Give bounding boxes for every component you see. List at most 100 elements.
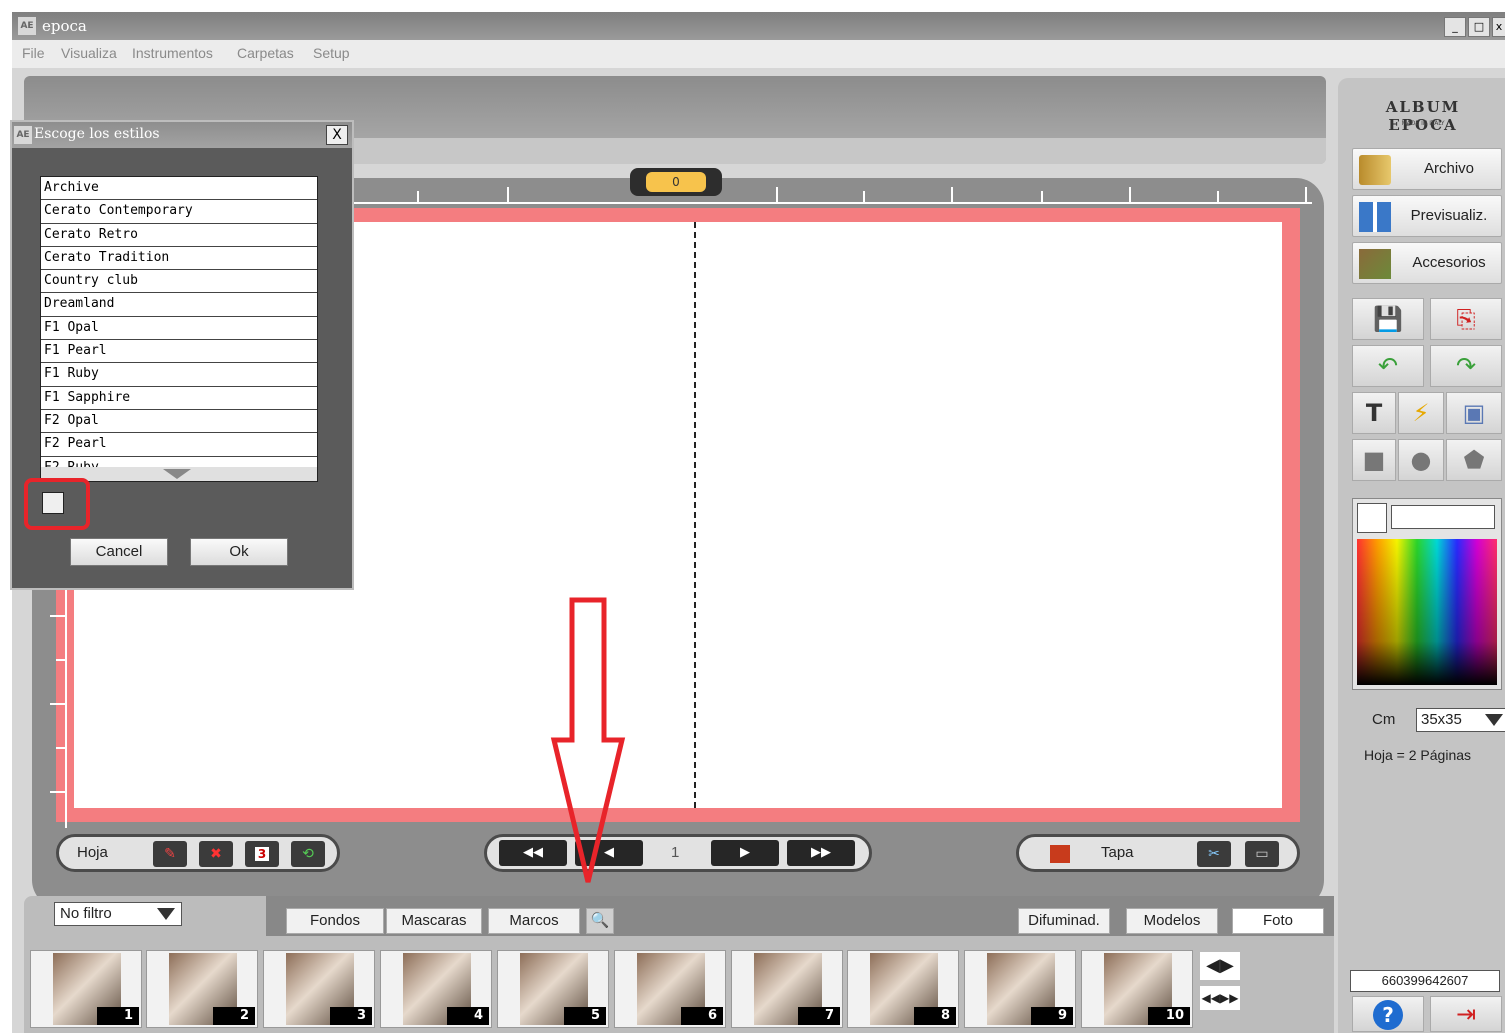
dialog-title: Escoge los estilos [34, 126, 160, 142]
pdf-icon[interactable]: ⎘ [1430, 298, 1502, 340]
folder-icon [1359, 155, 1391, 185]
photo-thumbnail[interactable]: 8 [847, 950, 959, 1028]
list-item[interactable]: F1 Sapphire [41, 387, 317, 410]
list-item[interactable]: F1 Ruby [41, 363, 317, 387]
color-palette [1352, 498, 1502, 690]
list-item[interactable]: Cerato Retro [41, 224, 317, 247]
photo-thumbnail[interactable]: 1 [30, 950, 142, 1028]
album-size-value: 35x35 [1421, 711, 1462, 728]
dialog-close-button[interactable]: X [326, 125, 348, 145]
dialog-title-bar: AE Escoge los estilos X [12, 122, 352, 148]
unit-label: Cm [1372, 711, 1396, 728]
cancel-button[interactable]: Cancel [70, 538, 168, 566]
photo-thumbnail[interactable]: 4 [380, 950, 492, 1028]
list-item[interactable]: Cerato Tradition [41, 247, 317, 271]
undo-sheet-icon[interactable]: ⟲ [291, 841, 325, 867]
filter-select-value: No filtro [60, 905, 112, 922]
cover-book-icon[interactable] [1043, 841, 1077, 867]
polygon-icon[interactable]: ⬟ [1446, 439, 1502, 481]
selected-color-swatch[interactable] [1357, 503, 1387, 533]
sheet-pages-info: Hoja = 2 Páginas [1364, 747, 1472, 763]
sheet-label: Hoja [77, 844, 108, 861]
page-navigation: ◀◀ ◀ 1 ▶ ▶▶ [484, 834, 872, 872]
list-item[interactable]: Archive [41, 177, 317, 201]
text-tool-icon[interactable]: T [1352, 392, 1396, 434]
photo-strip: 1 2 3 4 5 6 7 8 9 10 ◀▶ ◀◀▶▶ [24, 936, 1334, 1033]
photo-thumbnail[interactable]: 9 [964, 950, 1076, 1028]
exit-icon[interactable]: ⇥ [1430, 996, 1502, 1032]
previsualiz-button[interactable]: Previsualiz. [1352, 195, 1502, 237]
menu-file[interactable]: File [22, 45, 45, 61]
scroll-photos-icon[interactable]: ◀▶ [1200, 952, 1240, 980]
filter-select[interactable]: No filtro [54, 902, 182, 926]
brand-logo: ALBUM EPOCA [1385, 98, 1461, 134]
color-value-field[interactable] [1391, 505, 1495, 529]
tab-difuminad[interactable]: Difuminad. [1018, 908, 1110, 934]
list-item[interactable]: Dreamland [41, 293, 317, 317]
cover-view-icon[interactable]: ▭ [1245, 841, 1279, 867]
frame-icon[interactable]: ▣ [1446, 392, 1502, 434]
album-size-select[interactable]: 35x35 [1416, 708, 1505, 732]
tab-modelos[interactable]: Modelos [1126, 908, 1218, 934]
save-icon[interactable]: 💾 [1352, 298, 1424, 340]
style-list[interactable]: Archive Cerato Contemporary Cerato Retro… [40, 176, 318, 482]
help-icon[interactable]: ? [1352, 996, 1424, 1032]
undo-icon[interactable]: ↶ [1352, 345, 1424, 387]
accessories-icon [1359, 249, 1391, 279]
photo-thumbnail[interactable]: 6 [614, 950, 726, 1028]
color-spectrum[interactable] [1357, 539, 1497, 685]
photo-thumbnail[interactable]: 5 [497, 950, 609, 1028]
app-icon: AE [18, 17, 36, 35]
rectangle-icon[interactable]: ■ [1352, 439, 1396, 481]
red-arrow-annotation [550, 597, 626, 883]
list-item[interactable]: F1 Pearl [41, 340, 317, 364]
ok-button[interactable]: Ok [190, 538, 288, 566]
flash-icon[interactable]: ⚡ [1398, 392, 1444, 434]
photo-thumbnail[interactable]: 7 [731, 950, 843, 1028]
tab-foto[interactable]: Foto [1232, 908, 1324, 934]
photo-thumbnail[interactable]: 2 [146, 950, 258, 1028]
list-item[interactable]: Country club [41, 270, 317, 294]
archivo-button[interactable]: Archivo [1352, 148, 1502, 190]
menu-visualiza[interactable]: Visualiza [61, 45, 117, 61]
circle-icon[interactable]: ● [1398, 439, 1444, 481]
sheet-toolbar: Hoja ✎ ✖ 3 ⟲ [56, 834, 340, 872]
next-page-button[interactable]: ▶ [711, 840, 779, 866]
menu-instrumentos[interactable]: Instrumentos [132, 45, 213, 61]
maximize-button[interactable]: □ [1468, 17, 1490, 37]
ruler-zero-marker[interactable]: 0 [630, 168, 722, 196]
menu-bar: File Visualiza Instrumentos Carpetas Set… [12, 40, 1505, 68]
redo-icon[interactable]: ↷ [1430, 345, 1502, 387]
calendar-icon[interactable]: 3 [245, 841, 279, 867]
close-button[interactable]: x [1492, 17, 1505, 37]
cover-toolbar: Tapa ✂ ▭ [1016, 834, 1300, 872]
tab-marcos[interactable]: Marcos [488, 908, 580, 934]
accesorios-button[interactable]: Accesorios [1352, 242, 1502, 284]
page-number: 1 [671, 844, 680, 861]
list-item[interactable]: F2 Opal [41, 410, 317, 434]
list-item[interactable]: F2 Pearl [41, 433, 317, 457]
right-sidebar: ALBUM EPOCA MADE IN ITALY Archivo Previs… [1334, 68, 1505, 1033]
photo-thumbnail[interactable]: 10 [1081, 950, 1193, 1028]
delete-sheet-icon[interactable]: ✖ [199, 841, 233, 867]
tools-icon[interactable]: ✂ [1197, 841, 1231, 867]
list-item[interactable]: Cerato Contemporary [41, 200, 317, 224]
menu-carpetas[interactable]: Carpetas [237, 45, 294, 61]
search-icon[interactable]: 🔍 [586, 908, 614, 934]
spread-fold-line [694, 222, 696, 808]
tab-fondos[interactable]: Fondos [286, 908, 384, 934]
cover-label: Tapa [1101, 844, 1134, 861]
menu-setup[interactable]: Setup [313, 45, 350, 61]
last-page-button[interactable]: ▶▶ [787, 840, 855, 866]
highlight-annotation [24, 478, 90, 530]
edit-sheet-icon[interactable]: ✎ [153, 841, 187, 867]
photo-thumbnail[interactable]: 3 [263, 950, 375, 1028]
title-bar: AE epoca _ □ x [12, 12, 1505, 40]
scroll-photos-end-icon[interactable]: ◀◀▶▶ [1200, 986, 1240, 1010]
vertical-ruler [50, 588, 67, 828]
list-item[interactable]: F1 Opal [41, 317, 317, 341]
chevron-down-icon [1485, 714, 1503, 726]
tab-mascaras[interactable]: Mascaras [386, 908, 482, 934]
minimize-button[interactable]: _ [1444, 17, 1466, 37]
sidebar-panel: ALBUM EPOCA MADE IN ITALY Archivo Previs… [1338, 78, 1505, 1033]
